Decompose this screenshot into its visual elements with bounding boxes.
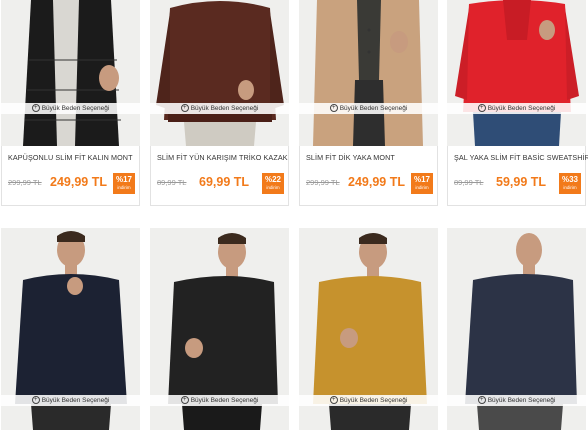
plus-icon: +: [31, 104, 40, 113]
plus-icon: +: [31, 396, 40, 405]
discount-badge: %17 indirim: [411, 173, 433, 194]
product-name[interactable]: ŞAL YAKA SLİM FİT BASİC SWEATSHİRT: [454, 153, 588, 162]
plus-icon: +: [477, 104, 486, 113]
size-option-bar[interactable]: + Büyük Beden Seçeneği: [299, 103, 438, 114]
discount-badge: %17 indirim: [113, 173, 135, 194]
size-option-bar[interactable]: + Büyük Beden Seçeneği: [447, 103, 586, 114]
size-option-bar[interactable]: + Büyük Beden Seçeneği: [150, 103, 289, 114]
size-option-bar[interactable]: + Büyük Beden Seçeneği: [150, 395, 289, 406]
old-price: 299,99 TL: [306, 178, 340, 187]
current-price: 249,99 TL: [348, 175, 405, 189]
product-photo: [447, 0, 586, 146]
product-photo: [150, 0, 289, 146]
size-option-bar[interactable]: + Büyük Beden Seçeneği: [1, 103, 140, 114]
plus-icon: +: [477, 396, 486, 405]
old-price: 299,99 TL: [8, 178, 42, 187]
product-image[interactable]: + Büyük Beden Seçeneği: [447, 228, 586, 430]
plus-icon: +: [329, 396, 338, 405]
product-name[interactable]: SLİM FİT DİK YAKA MONT: [306, 153, 395, 162]
product-image[interactable]: + Büyük Beden Seçeneği: [299, 0, 438, 146]
product-image[interactable]: + Büyük Beden Seçeneği: [299, 228, 438, 430]
plus-icon: +: [180, 104, 189, 113]
old-price: 89,99 TL: [157, 178, 187, 187]
product-image[interactable]: + Büyük Beden Seçeneği: [1, 0, 140, 146]
product-info: KAPÜŞONLU SLİM FİT KALIN MONT 299,99 TL …: [1, 146, 140, 206]
product-photo: [299, 0, 438, 146]
old-price: 89,99 TL: [454, 178, 484, 187]
plus-icon: +: [329, 104, 338, 113]
product-image[interactable]: + Büyük Beden Seçeneği: [447, 0, 586, 146]
discount-badge: %33 indirim: [559, 173, 581, 194]
product-image[interactable]: + Büyük Beden Seçeneği: [150, 0, 289, 146]
product-info: ŞAL YAKA SLİM FİT BASİC SWEATSHİRT 89,99…: [447, 146, 588, 206]
product-name[interactable]: SLİM FİT YÜN KARIŞIM TRİKO KAZAK: [157, 153, 288, 162]
product-image[interactable]: + Büyük Beden Seçeneği: [150, 228, 289, 430]
product-info: SLİM FİT DİK YAKA MONT 299,99 TL 249,99 …: [299, 146, 438, 206]
product-photo: [1, 0, 140, 146]
discount-badge: %22 indirim: [262, 173, 284, 194]
size-option-bar[interactable]: + Büyük Beden Seçeneği: [1, 395, 140, 406]
product-image[interactable]: + Büyük Beden Seçeneği: [1, 228, 140, 430]
product-name[interactable]: KAPÜŞONLU SLİM FİT KALIN MONT: [8, 153, 133, 162]
current-price: 69,99 TL: [199, 175, 250, 189]
product-info: SLİM FİT YÜN KARIŞIM TRİKO KAZAK 89,99 T…: [150, 146, 289, 206]
size-option-bar[interactable]: + Büyük Beden Seçeneği: [299, 395, 438, 406]
current-price: 249,99 TL: [50, 175, 107, 189]
current-price: 59,99 TL: [496, 175, 547, 189]
size-option-bar[interactable]: + Büyük Beden Seçeneği: [447, 395, 586, 406]
plus-icon: +: [180, 396, 189, 405]
